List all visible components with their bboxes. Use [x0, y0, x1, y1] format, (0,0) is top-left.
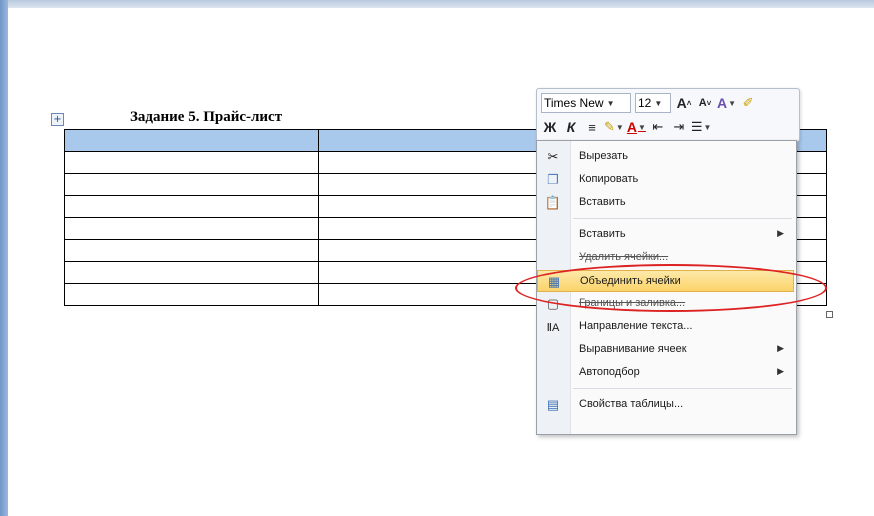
- menu-item-label: Выравнивание ячеек: [579, 343, 687, 355]
- menu-item-text-direction[interactable]: ⅡA Направление текста...: [537, 316, 794, 338]
- italic-icon[interactable]: К: [562, 117, 580, 137]
- font-size-combo[interactable]: 12 ▼: [635, 93, 671, 113]
- paste-icon: 📋: [544, 195, 562, 210]
- scissors-icon: ✂: [547, 149, 559, 164]
- font-name-value: Times New: [544, 96, 604, 110]
- menu-item-copy[interactable]: ❐ Копировать: [537, 169, 794, 191]
- table-cell[interactable]: [318, 261, 573, 284]
- menu-item-label: Копировать: [579, 173, 639, 185]
- menu-item-label: Удалить ячейки...: [579, 251, 669, 263]
- merge-cells-icon: ▦: [547, 274, 561, 289]
- page-top-edge: [0, 0, 874, 8]
- table-cell[interactable]: [318, 239, 573, 262]
- align-center-icon[interactable]: ≡: [583, 117, 601, 137]
- menu-separator: [573, 218, 792, 219]
- chevron-down-icon: ▼: [606, 98, 615, 108]
- table-cell[interactable]: [318, 151, 573, 174]
- menu-item-paste[interactable]: 📋 Вставить: [537, 192, 794, 214]
- submenu-arrow-icon: ▶: [777, 366, 784, 376]
- table-cell[interactable]: [64, 239, 319, 262]
- table-move-handle-icon[interactable]: +: [51, 113, 64, 126]
- menu-item-label: Границы и заливка...: [579, 297, 686, 309]
- table-cell[interactable]: [318, 195, 573, 218]
- menu-item-label: Вырезать: [579, 150, 628, 162]
- table-cell[interactable]: [64, 151, 319, 174]
- grow-font-icon[interactable]: A ˄: [675, 93, 693, 113]
- decrease-indent-icon[interactable]: ⇤: [649, 117, 667, 137]
- chevron-down-icon: ▼: [654, 98, 663, 108]
- menu-item-autofit[interactable]: Автоподбор ▶: [537, 362, 794, 384]
- menu-item-label: Вставить: [579, 228, 626, 240]
- submenu-arrow-icon: ▶: [777, 343, 784, 353]
- highlight-icon[interactable]: ✎ ▼: [604, 117, 624, 137]
- menu-item-merge-cells[interactable]: ▦ Объединить ячейки: [537, 270, 794, 292]
- menu-item-label: Направление текста...: [579, 320, 693, 332]
- menu-item-label: Автоподбор: [579, 366, 640, 378]
- menu-item-label: Вставить: [579, 196, 626, 208]
- menu-item-delete-cells[interactable]: Удалить ячейки...: [537, 247, 794, 269]
- menu-item-label: Объединить ячейки: [580, 275, 681, 287]
- table-cell[interactable]: [64, 261, 319, 284]
- table-cell[interactable]: [318, 173, 573, 196]
- page-left-edge: [0, 0, 8, 516]
- font-size-value: 12: [638, 96, 652, 110]
- table-cell[interactable]: [318, 283, 573, 306]
- table-resize-handle[interactable]: [826, 311, 833, 318]
- menu-item-insert[interactable]: Вставить ▶: [537, 224, 794, 246]
- table-cell[interactable]: [64, 195, 319, 218]
- mini-toolbar: Times New ▼ 12 ▼ A ˄ A ˅ A ▼ ✐ Ж К ≡ ✎ ▼ A ▼ ⇤ …: [536, 88, 800, 142]
- bullets-icon[interactable]: ☰ ▼: [691, 117, 712, 137]
- menu-item-cell-alignment[interactable]: Выравнивание ячеек ▶: [537, 339, 794, 361]
- table-cell[interactable]: [64, 283, 319, 306]
- bold-icon[interactable]: Ж: [541, 117, 559, 137]
- table-cell[interactable]: [64, 217, 319, 240]
- shrink-font-icon[interactable]: A ˅: [696, 93, 714, 113]
- table-properties-icon: ▤: [546, 397, 560, 412]
- font-color-icon[interactable]: A ▼: [627, 117, 646, 137]
- table-cell[interactable]: [64, 129, 319, 152]
- text-direction-icon: ⅡA: [546, 321, 560, 334]
- borders-icon: ▢: [546, 296, 560, 311]
- submenu-arrow-icon: ▶: [777, 228, 784, 238]
- menu-item-table-properties[interactable]: ▤ Свойства таблицы...: [537, 394, 794, 416]
- table-cell[interactable]: [64, 173, 319, 196]
- menu-item-borders[interactable]: ▢ Границы и заливка...: [537, 293, 794, 315]
- menu-item-label: Свойства таблицы...: [579, 398, 684, 410]
- format-painter-icon[interactable]: ✐: [739, 93, 757, 113]
- context-menu: ✂ Вырезать ❐ Копировать 📋 Вставить Встав…: [536, 140, 797, 435]
- text-style-icon[interactable]: A ▼: [717, 93, 736, 113]
- increase-indent-icon[interactable]: ⇥: [670, 117, 688, 137]
- table-cell[interactable]: [318, 217, 573, 240]
- table-cell[interactable]: [318, 129, 573, 152]
- copy-icon: ❐: [547, 172, 559, 187]
- document-heading: Задание 5. Прайс-лист: [130, 109, 283, 125]
- menu-item-cut[interactable]: ✂ Вырезать: [537, 146, 794, 168]
- font-name-combo[interactable]: Times New ▼: [541, 93, 631, 113]
- menu-separator: [573, 388, 792, 389]
